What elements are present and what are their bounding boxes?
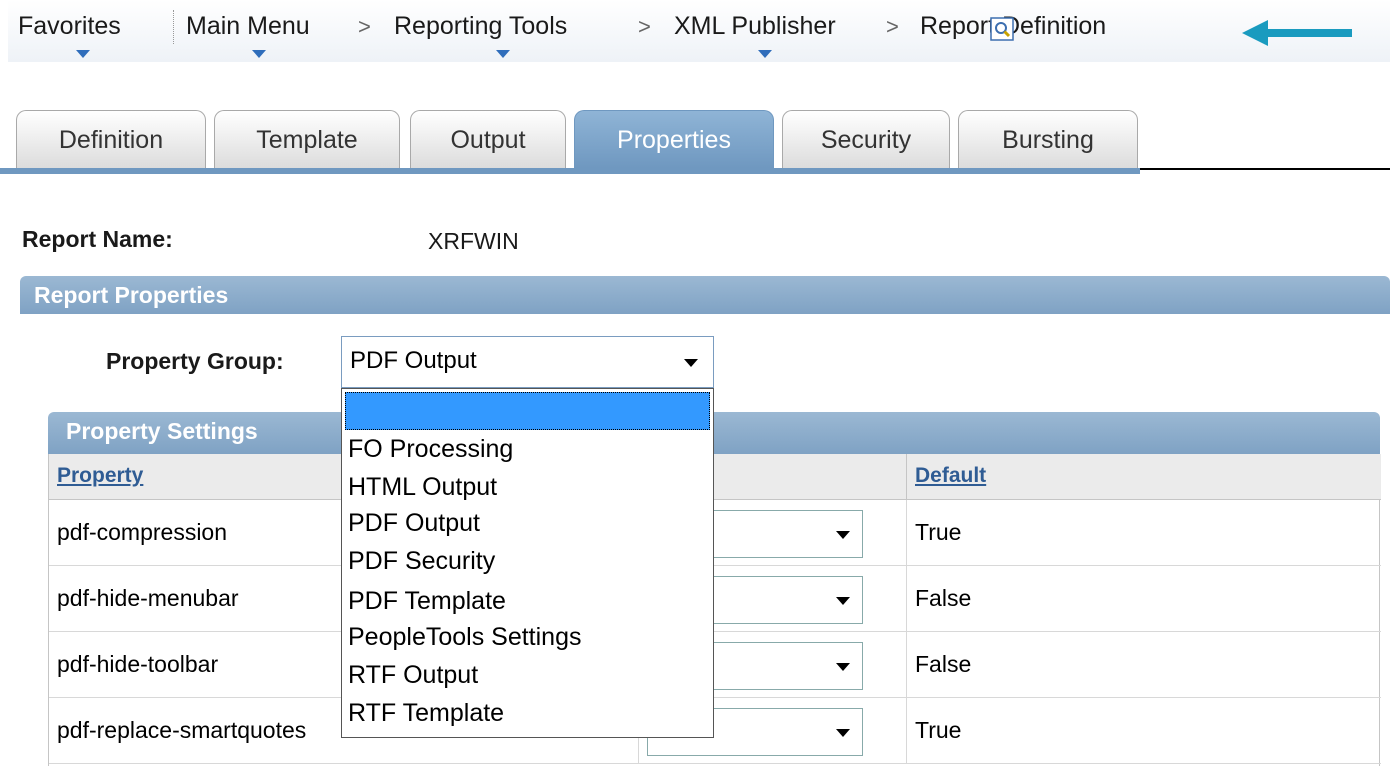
- chevron-down-icon[interactable]: [836, 663, 850, 671]
- default-value: True: [915, 519, 962, 545]
- property-group-value: PDF Output: [350, 347, 477, 374]
- tab-security[interactable]: Security: [782, 110, 950, 168]
- chevron-down-icon[interactable]: [836, 729, 850, 737]
- column-header-label[interactable]: Property: [57, 464, 143, 488]
- arrow-left-icon: [1242, 20, 1352, 46]
- chevron-down-icon[interactable]: [252, 50, 266, 58]
- default-value: False: [915, 585, 972, 611]
- dropdown-option[interactable]: PDF Security: [348, 547, 495, 576]
- tab-bursting[interactable]: Bursting: [958, 110, 1138, 168]
- table-row: pdf-compression True: [49, 500, 1381, 566]
- default-cell: True: [907, 698, 1381, 764]
- default-cell: True: [907, 500, 1381, 566]
- tab-underline: [0, 168, 1140, 174]
- dropdown-option[interactable]: PeopleTools Settings: [348, 623, 581, 652]
- property-group-label: Property Group:: [106, 348, 284, 374]
- section-title: Report Properties: [34, 282, 229, 308]
- dropdown-option[interactable]: RTF Output: [348, 661, 478, 690]
- property-settings-grid: Property npt Default pdf-compression Tru…: [48, 454, 1381, 766]
- grid-title: Property Settings: [66, 418, 258, 444]
- breadcrumb-xml-publisher[interactable]: XML Publisher: [674, 12, 836, 41]
- report-name-label: Report Name:: [22, 226, 173, 252]
- dropdown-option[interactable]: HTML Output: [348, 473, 497, 502]
- breadcrumb-main-menu[interactable]: Main Menu: [186, 12, 310, 41]
- tab-output[interactable]: Output: [410, 110, 566, 168]
- breadcrumb-separator: >: [638, 14, 651, 39]
- tab-underline-end: [1140, 168, 1390, 170]
- default-value: True: [915, 717, 962, 743]
- column-header-label[interactable]: Default: [915, 464, 986, 488]
- table-row: pdf-hide-toolbar False: [49, 632, 1381, 698]
- default-cell: False: [907, 632, 1381, 698]
- property-group-select[interactable]: PDF Output: [341, 336, 714, 388]
- property-name: pdf-hide-toolbar: [57, 651, 219, 677]
- chevron-down-icon[interactable]: [76, 50, 90, 58]
- table-row: pdf-replace-smartquotes True: [49, 698, 1381, 764]
- column-header-default[interactable]: Default: [907, 454, 1381, 500]
- dropdown-option[interactable]: PDF Template: [348, 587, 506, 616]
- breadcrumb-separator: >: [358, 14, 371, 39]
- chevron-down-icon[interactable]: [836, 597, 850, 605]
- tab-template[interactable]: Template: [214, 110, 400, 168]
- report-name-value: XRFWIN: [428, 228, 519, 254]
- default-cell: False: [907, 566, 1381, 632]
- chevron-down-icon[interactable]: [684, 359, 698, 367]
- table-row: pdf-hide-menubar False: [49, 566, 1381, 632]
- grid-header-property-settings: Property Settings: [48, 412, 1380, 454]
- tab-properties[interactable]: Properties: [574, 110, 774, 168]
- dropdown-option[interactable]: RTF Template: [348, 699, 504, 728]
- property-name: pdf-replace-smartquotes: [57, 717, 307, 743]
- default-value: False: [915, 651, 972, 677]
- dropdown-option-blank[interactable]: [345, 392, 710, 430]
- breadcrumb-separator: >: [886, 14, 899, 39]
- breadcrumb-favorites[interactable]: Favorites: [18, 12, 121, 41]
- search-page-icon[interactable]: [990, 17, 1014, 41]
- breadcrumb: Favorites Main Menu > Reporting Tools > …: [8, 0, 1390, 62]
- section-header-report-properties: Report Properties: [20, 276, 1390, 314]
- tab-strip: Definition Template Output Properties Se…: [0, 108, 1390, 174]
- tab-definition[interactable]: Definition: [16, 110, 206, 168]
- chevron-down-icon[interactable]: [758, 50, 772, 58]
- breadcrumb-reporting-tools[interactable]: Reporting Tools: [394, 12, 567, 41]
- dropdown-option[interactable]: PDF Output: [348, 509, 480, 538]
- chevron-down-icon[interactable]: [836, 531, 850, 539]
- property-name: pdf-compression: [57, 519, 228, 545]
- chevron-down-icon[interactable]: [496, 50, 510, 58]
- property-group-dropdown[interactable]: FO Processing HTML Output PDF Output PDF…: [341, 388, 714, 738]
- divider: [173, 10, 174, 44]
- property-name: pdf-hide-menubar: [57, 585, 239, 611]
- dropdown-option[interactable]: FO Processing: [348, 435, 513, 464]
